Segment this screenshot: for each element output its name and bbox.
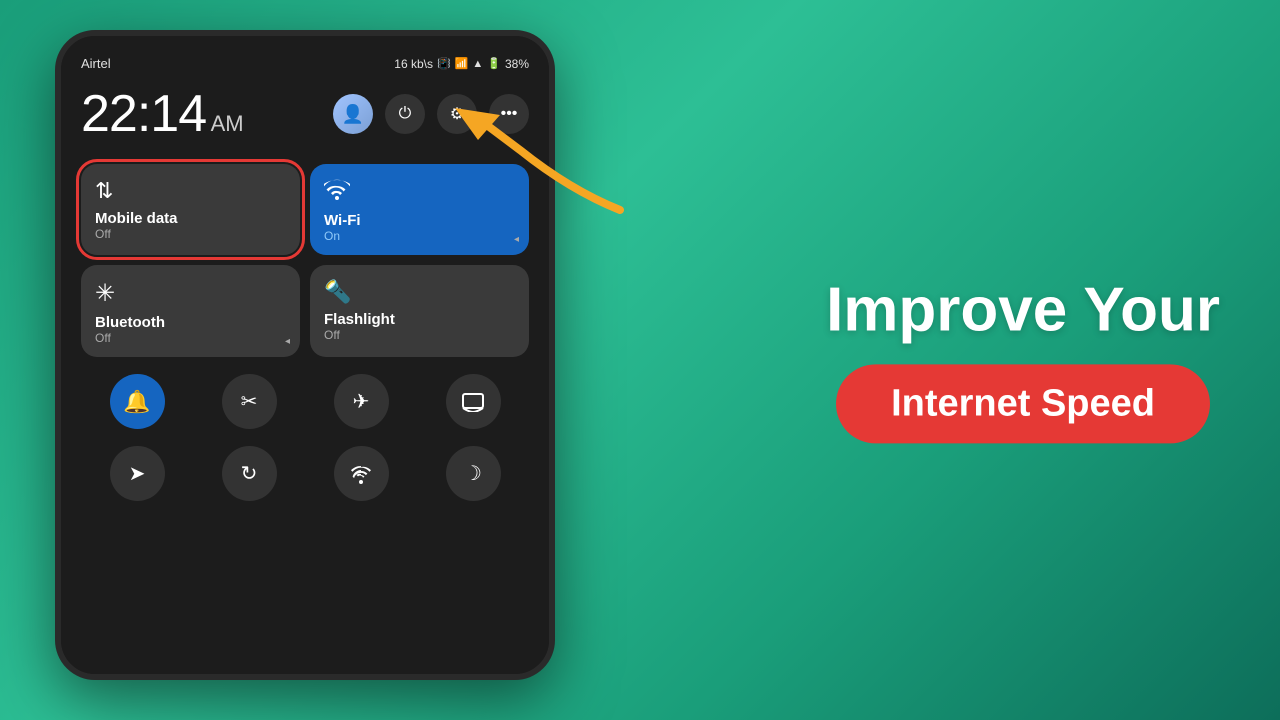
rotate-btn[interactable]: ↻ [222, 446, 277, 501]
bluetooth-expand-icon: ◂ [285, 336, 290, 347]
phone-screen: Airtel 16 kb\s 📳 📶 ▲ 🔋 38% 22:14 AM 👤 [61, 36, 549, 674]
flashlight-icon: 🔦 [324, 279, 515, 305]
avatar-btn[interactable]: 👤 [333, 94, 373, 134]
speed-text: 16 kb\s [394, 57, 433, 71]
wifi-icon: 📶 [455, 57, 469, 70]
mobile-data-title: Mobile data [95, 210, 286, 227]
bottom-icons-row2: ➤ ↻ ☽ [76, 434, 534, 506]
signal-icon: ▲ [472, 58, 483, 70]
power-btn[interactable]: ⏻ [385, 94, 425, 134]
headline-line1: Improve Your [826, 276, 1220, 344]
time-display: 22:14 AM [81, 84, 244, 144]
phone-mockup: Airtel 16 kb\s 📳 📶 ▲ 🔋 38% 22:14 AM 👤 [55, 30, 565, 690]
mobile-data-subtitle: Off [95, 227, 286, 241]
location-btn[interactable]: ➤ [110, 446, 165, 501]
more-btn[interactable]: ••• [489, 94, 529, 134]
wifi-tile[interactable]: Wi-Fi On ◂ [310, 164, 529, 255]
battery-percent: 38% [505, 57, 529, 71]
carrier-text: Airtel [81, 56, 111, 71]
airplane-btn[interactable]: ✈ [334, 374, 389, 429]
time-row: 22:14 AM 👤 ⏻ ⚙ ••• [76, 79, 534, 159]
wifi2-btn[interactable] [334, 446, 389, 501]
cast-btn[interactable] [446, 374, 501, 429]
mobile-data-tile[interactable]: ⇅ Mobile data Off [81, 164, 300, 255]
wifi-tile-title: Wi-Fi [324, 212, 515, 229]
vibrate-icon: 📳 [437, 57, 451, 70]
bluetooth-tile[interactable]: ✳ Bluetooth Off ◂ [81, 265, 300, 357]
headline: Improve Your [826, 276, 1220, 344]
bottom-icons-row1: 🔔 ✂ ✈ [76, 362, 534, 434]
scissors-btn[interactable]: ✂ [222, 374, 277, 429]
bluetooth-icon: ✳ [95, 279, 286, 308]
flashlight-title: Flashlight [324, 311, 515, 328]
status-bar: Airtel 16 kb\s 📳 📶 ▲ 🔋 38% [76, 51, 534, 79]
status-right: 16 kb\s 📳 📶 ▲ 🔋 38% [394, 57, 529, 71]
quick-actions: 👤 ⏻ ⚙ ••• [333, 94, 529, 134]
moon-btn[interactable]: ☽ [446, 446, 501, 501]
battery-icon: 🔋 [487, 57, 501, 70]
bell-btn[interactable]: 🔔 [110, 374, 165, 429]
right-content: Improve Your Internet Speed [826, 276, 1220, 443]
mobile-data-icon: ⇅ [95, 178, 286, 204]
wifi-expand-icon: ◂ [514, 234, 519, 245]
cta-badge: Internet Speed [836, 365, 1210, 444]
settings-btn[interactable]: ⚙ [437, 94, 477, 134]
wifi-tile-icon [324, 178, 515, 206]
phone-body: Airtel 16 kb\s 📳 📶 ▲ 🔋 38% 22:14 AM 👤 [55, 30, 555, 680]
cta-text: Internet Speed [891, 383, 1155, 426]
bluetooth-title: Bluetooth [95, 314, 286, 331]
flashlight-tile[interactable]: 🔦 Flashlight Off [310, 265, 529, 357]
toggle-grid: ⇅ Mobile data Off Wi-Fi On ◂ [76, 159, 534, 362]
wifi-tile-subtitle: On [324, 229, 515, 243]
flashlight-subtitle: Off [324, 328, 515, 342]
ampm-text: AM [211, 111, 244, 136]
time-text: 22:14 [81, 85, 206, 143]
bluetooth-subtitle: Off [95, 331, 286, 345]
